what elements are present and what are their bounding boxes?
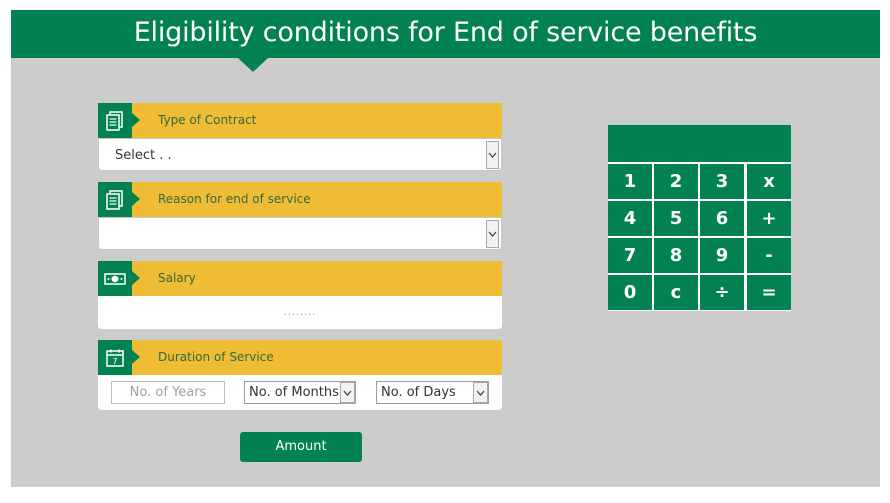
chevron-down-icon[interactable] bbox=[473, 382, 488, 403]
salary-label: Salary bbox=[158, 271, 196, 285]
calc-key-3[interactable]: 3 bbox=[700, 164, 744, 199]
calc-key-minus[interactable]: - bbox=[747, 238, 791, 273]
calc-key-1[interactable]: 1 bbox=[608, 164, 652, 199]
calc-key-9[interactable]: 9 bbox=[700, 238, 744, 273]
reason-label: Reason for end of service bbox=[158, 192, 311, 206]
chevron-down-icon[interactable] bbox=[486, 220, 499, 248]
calc-key-8[interactable]: 8 bbox=[654, 238, 698, 273]
calc-key-clear[interactable]: c bbox=[654, 275, 698, 310]
salary-header: Salary bbox=[98, 261, 502, 296]
calc-key-7[interactable]: 7 bbox=[608, 238, 652, 273]
duration-label: Duration of Service bbox=[158, 350, 274, 364]
calendar-icon: 7 bbox=[98, 340, 140, 375]
reason-group: Reason for end of service bbox=[98, 182, 502, 250]
salary-input[interactable]: ........ bbox=[98, 296, 502, 329]
salary-group: Salary ........ bbox=[98, 261, 502, 329]
calc-key-0[interactable]: 0 bbox=[608, 275, 652, 310]
days-value: No. of Days bbox=[381, 385, 456, 400]
months-select[interactable]: No. of Months bbox=[244, 381, 356, 404]
money-icon bbox=[98, 261, 140, 296]
amount-button[interactable]: Amount bbox=[240, 432, 362, 462]
page-title: Eligibility conditions for End of servic… bbox=[11, 10, 880, 58]
calc-key-multiply[interactable]: x bbox=[747, 164, 791, 199]
contract-type-select[interactable]: Select . . bbox=[98, 138, 502, 171]
salary-placeholder: ........ bbox=[283, 306, 317, 318]
contract-type-value: Select . . bbox=[115, 148, 172, 163]
contract-type-group: Type of Contract Select . . bbox=[98, 103, 502, 171]
calc-key-divide[interactable]: ÷ bbox=[700, 275, 744, 310]
header-pointer bbox=[238, 58, 268, 72]
years-input[interactable]: No. of Years bbox=[111, 381, 225, 404]
calc-key-2[interactable]: 2 bbox=[654, 164, 698, 199]
calculator-display bbox=[608, 125, 791, 162]
calc-key-equals[interactable]: = bbox=[747, 275, 791, 310]
app-canvas: Eligibility conditions for End of servic… bbox=[11, 10, 880, 487]
chevron-down-icon[interactable] bbox=[340, 382, 355, 403]
duration-group: 7 Duration of Service No. of Years No. o… bbox=[98, 340, 502, 410]
chevron-down-icon[interactable] bbox=[486, 141, 499, 169]
reason-header: Reason for end of service bbox=[98, 182, 502, 217]
contract-type-label: Type of Contract bbox=[158, 113, 257, 127]
document-icon bbox=[98, 103, 140, 138]
document-icon bbox=[98, 182, 140, 217]
months-value: No. of Months bbox=[249, 385, 339, 400]
duration-header: 7 Duration of Service bbox=[98, 340, 502, 375]
calc-key-6[interactable]: 6 bbox=[700, 201, 744, 236]
reason-select[interactable] bbox=[98, 217, 502, 250]
calc-key-4[interactable]: 4 bbox=[608, 201, 652, 236]
calendar-digit: 7 bbox=[112, 357, 117, 366]
contract-type-header: Type of Contract bbox=[98, 103, 502, 138]
days-select[interactable]: No. of Days bbox=[376, 381, 489, 404]
calc-key-5[interactable]: 5 bbox=[654, 201, 698, 236]
calculator: 1 2 3 x 4 5 6 + 7 8 9 - 0 c ÷ = bbox=[608, 125, 791, 311]
calc-key-plus[interactable]: + bbox=[747, 201, 791, 236]
